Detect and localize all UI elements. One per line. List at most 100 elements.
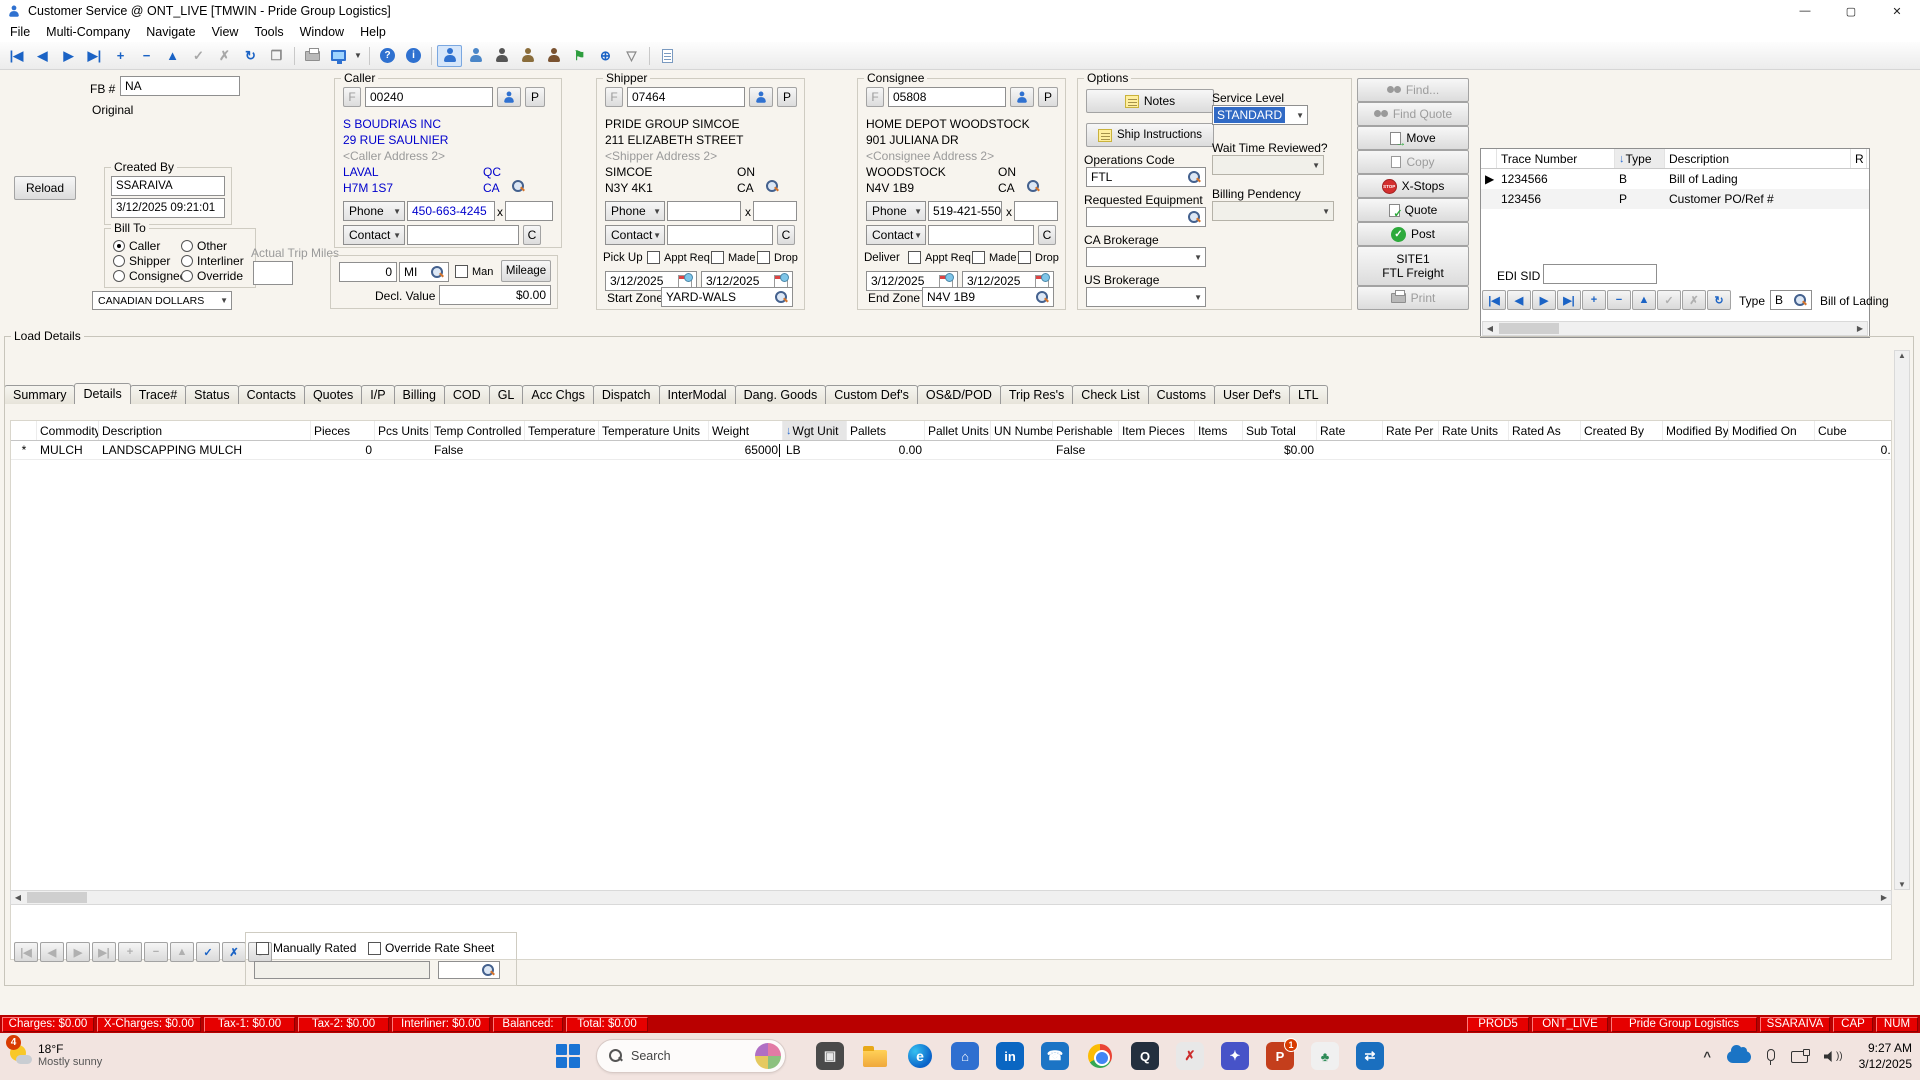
menu-multi-company[interactable]: Multi-Company [38, 24, 138, 40]
menu-view[interactable]: View [204, 24, 247, 40]
trace-column-r[interactable]: R [1851, 149, 1867, 168]
shipper-customer-button[interactable] [749, 87, 773, 107]
edit-button[interactable]: ▲ [1632, 290, 1656, 310]
grid-data-row[interactable]: * MULCH LANDSCAPPING MULCH 0 False 65000 LB 0.0… [11, 441, 1891, 460]
grid-column-cube[interactable]: Cube [1815, 421, 1891, 440]
consignee-phone-select[interactable]: Phone ▼ [866, 201, 926, 221]
about-icon[interactable]: i [401, 45, 426, 67]
trace-column-type[interactable]: ↓ Type [1615, 149, 1665, 168]
fb-input[interactable]: NA [120, 76, 240, 96]
distance-unit-input[interactable]: MI [399, 262, 449, 282]
grid-column-pallets[interactable]: Pallets [847, 421, 925, 440]
trace-hscrollbar[interactable]: ◀ ▶ [1482, 321, 1868, 336]
trace-type-input[interactable]: B [1770, 290, 1812, 310]
currency-select[interactable]: CANADIAN DOLLARS ▼ [92, 291, 232, 310]
grid-column-modified-by[interactable]: Modified By [1663, 421, 1729, 440]
calendar-icon[interactable] [678, 272, 693, 288]
nav-last-button[interactable]: ▶| [92, 942, 116, 962]
nav-next-button[interactable]: ▶ [66, 942, 90, 962]
type-search-icon[interactable] [1793, 293, 1807, 307]
signpost-icon[interactable]: ⚑ [567, 45, 592, 67]
delete-icon[interactable]: − [134, 45, 159, 67]
scroll-thumb[interactable] [1499, 323, 1559, 334]
print-button[interactable]: Print [1357, 286, 1469, 310]
trace-row[interactable]: ▶ 1234566 B Bill of Lading [1481, 169, 1869, 189]
grid-column-pallet-units[interactable]: Pallet Units [925, 421, 991, 440]
grid-column-commodity[interactable]: Commodity [37, 421, 99, 440]
search-highlight-image[interactable] [755, 1043, 781, 1069]
menu-navigate[interactable]: Navigate [138, 24, 203, 40]
calendar-icon[interactable] [939, 272, 954, 288]
override-rate-sheet-checkbox[interactable]: Override Rate Sheet [368, 941, 494, 955]
consignee-contact-select[interactable]: Contact ▼ [866, 225, 926, 245]
grid-column-un-number[interactable]: UN Number [991, 421, 1053, 440]
caller-ext-input[interactable] [505, 201, 553, 221]
shipper-made-checkbox[interactable]: Made [711, 251, 756, 264]
zone-search-icon[interactable] [1035, 290, 1049, 304]
unit-search-icon[interactable] [430, 265, 444, 279]
grid-column-item-pieces[interactable]: Item Pieces [1119, 421, 1195, 440]
insert-button[interactable]: + [118, 942, 142, 962]
scroll-up-icon[interactable]: ▲ [1895, 351, 1909, 360]
manually-rated-checkbox[interactable]: Manually Rated [256, 941, 356, 955]
calendar-icon[interactable] [774, 272, 789, 288]
us-brokerage-select[interactable]: ▼ [1086, 287, 1206, 307]
grid-column-created-by[interactable]: Created By [1581, 421, 1663, 440]
shipper-f-button[interactable]: F [605, 87, 623, 107]
calendar-icon[interactable] [1035, 272, 1050, 288]
customer-icon[interactable] [437, 44, 462, 67]
help-icon[interactable]: ? [375, 45, 400, 67]
grid-vscrollbar[interactable]: ▲ ▼ [1894, 350, 1910, 890]
outlook-icon[interactable]: P1 [1266, 1038, 1298, 1070]
microphone-icon[interactable] [1766, 1048, 1775, 1065]
caller-lookup-icon[interactable] [463, 45, 488, 67]
quote-button[interactable]: Quote [1357, 198, 1469, 222]
grid-column-rate-units[interactable]: Rate Units [1439, 421, 1509, 440]
stamps-icon[interactable]: ❐ [264, 45, 289, 67]
red-x-app-icon[interactable]: ✗ [1176, 1042, 1204, 1070]
teams-icon[interactable]: ✦ [1221, 1042, 1249, 1070]
site-button[interactable]: SITE1 FTL Freight [1357, 246, 1469, 286]
grid-column-items[interactable]: Items [1195, 421, 1243, 440]
file-explorer-icon[interactable] [861, 1042, 889, 1070]
grid-column-perishable[interactable]: Perishable [1053, 421, 1119, 440]
green-app-icon[interactable]: ♣ [1311, 1042, 1339, 1070]
caller-contact-input[interactable] [407, 225, 519, 245]
decl-value-input[interactable]: $0.00 [439, 285, 551, 305]
trace-column-trace-number[interactable]: Trace Number [1497, 149, 1615, 168]
driver-icon[interactable] [489, 45, 514, 67]
grid-column-temperature-units[interactable]: Temperature Units [599, 421, 709, 440]
minimize-button[interactable]: — [1782, 0, 1828, 22]
consignee-account-input[interactable]: 05808 [888, 87, 1006, 107]
maximize-button[interactable]: ▢ [1828, 0, 1874, 22]
man-checkbox[interactable]: Man [455, 265, 493, 278]
menu-window[interactable]: Window [292, 24, 352, 40]
caller-account-input[interactable]: 00240 [365, 87, 493, 107]
q-app-icon[interactable]: Q [1131, 1042, 1159, 1070]
monitor-icon[interactable] [326, 45, 351, 67]
ship-instructions-button[interactable]: Ship Instructions [1086, 123, 1214, 147]
consignee-appt-req-checkbox[interactable]: Appt Req [908, 251, 971, 264]
edi-sid-input[interactable] [1543, 264, 1657, 284]
rate-search-icon[interactable] [481, 963, 495, 977]
cancel-edit-button[interactable]: ✗ [1682, 290, 1706, 310]
insert-button[interactable]: + [1582, 290, 1606, 310]
equipment-search-icon[interactable] [1187, 210, 1201, 224]
rate-code-input[interactable] [438, 961, 500, 979]
ca-brokerage-select[interactable]: ▼ [1086, 247, 1206, 267]
trace-row[interactable]: 123456 P Customer PO/Ref # [1481, 189, 1869, 209]
grid-column-temperature[interactable]: Temperature [525, 421, 599, 440]
phone-link-icon[interactable]: ☎ [1041, 1042, 1069, 1070]
ops-code-search-icon[interactable] [1187, 170, 1201, 184]
tab-details[interactable]: Details [74, 383, 131, 404]
shipper-ext-input[interactable] [753, 201, 797, 221]
shipper-drop-checkbox[interactable]: Drop [757, 251, 798, 264]
refresh-icon[interactable]: ↻ [238, 45, 263, 67]
consignee-c-button[interactable]: C [1038, 225, 1056, 245]
grid-column-weight[interactable]: Weight [709, 421, 783, 440]
actual-trip-miles-input[interactable] [253, 261, 293, 285]
tray-chevron-up-icon[interactable]: ^ [1703, 1049, 1711, 1064]
caller-phone-select[interactable]: Phone ▼ [343, 201, 405, 221]
menu-tools[interactable]: Tools [246, 24, 291, 40]
grid-column-rated-as[interactable]: Rated As [1509, 421, 1581, 440]
